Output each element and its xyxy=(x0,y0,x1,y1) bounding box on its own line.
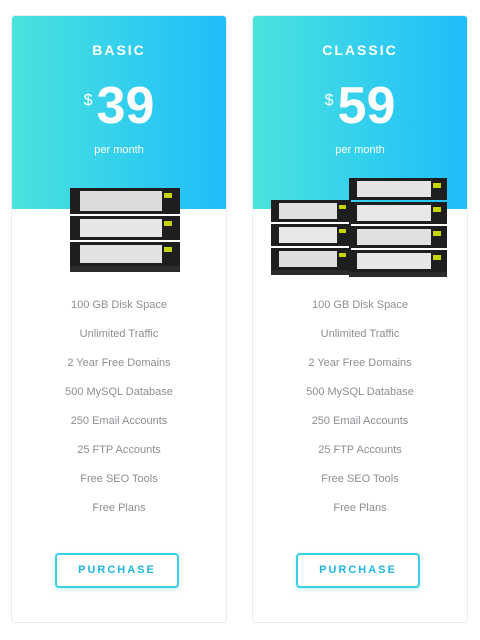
purchase-button[interactable]: PURCHASE xyxy=(296,553,420,588)
plan-name: BASIC xyxy=(92,42,146,58)
purchase-button[interactable]: PURCHASE xyxy=(55,553,179,588)
feature-list: 100 GB Disk Space Unlimited Traffic 2 Ye… xyxy=(12,298,226,530)
feature-item: 25 FTP Accounts xyxy=(318,444,402,456)
feature-item: 500 MySQL Database xyxy=(65,386,173,398)
feature-item: Free Plans xyxy=(333,502,387,514)
pricing-card-basic: BASIC $39 per month 100 GB Disk Space Un… xyxy=(11,15,227,623)
feature-item: 25 FTP Accounts xyxy=(77,444,161,456)
feature-item: Unlimited Traffic xyxy=(79,328,159,340)
feature-item: 250 Email Accounts xyxy=(70,415,168,427)
plan-price: $39 xyxy=(12,76,226,136)
feature-item: 100 GB Disk Space xyxy=(71,299,167,311)
feature-item: Free SEO Tools xyxy=(321,473,399,485)
currency-symbol: $ xyxy=(324,92,334,109)
feature-item: 2 Year Free Domains xyxy=(67,357,171,369)
price-period: per month xyxy=(335,144,385,156)
feature-item: Free SEO Tools xyxy=(80,473,158,485)
feature-item: 250 Email Accounts xyxy=(311,415,409,427)
pricing-card-classic: CLASSIC $59 per month 100 GB Disk Space … xyxy=(252,15,468,623)
plan-price: $59 xyxy=(253,76,467,136)
currency-symbol: $ xyxy=(83,92,93,109)
feature-item: 500 MySQL Database xyxy=(306,386,414,398)
price-amount: 59 xyxy=(337,77,396,135)
plan-name: CLASSIC xyxy=(322,42,398,58)
price-amount: 39 xyxy=(96,77,155,135)
feature-item: Unlimited Traffic xyxy=(320,328,400,340)
feature-item: 2 Year Free Domains xyxy=(308,357,412,369)
feature-list: 100 GB Disk Space Unlimited Traffic 2 Ye… xyxy=(253,298,467,530)
server-rack-icon xyxy=(70,188,180,272)
feature-item: Free Plans xyxy=(92,502,146,514)
price-period: per month xyxy=(94,144,144,156)
feature-item: 100 GB Disk Space xyxy=(312,299,408,311)
server-racks-icon xyxy=(271,178,447,277)
